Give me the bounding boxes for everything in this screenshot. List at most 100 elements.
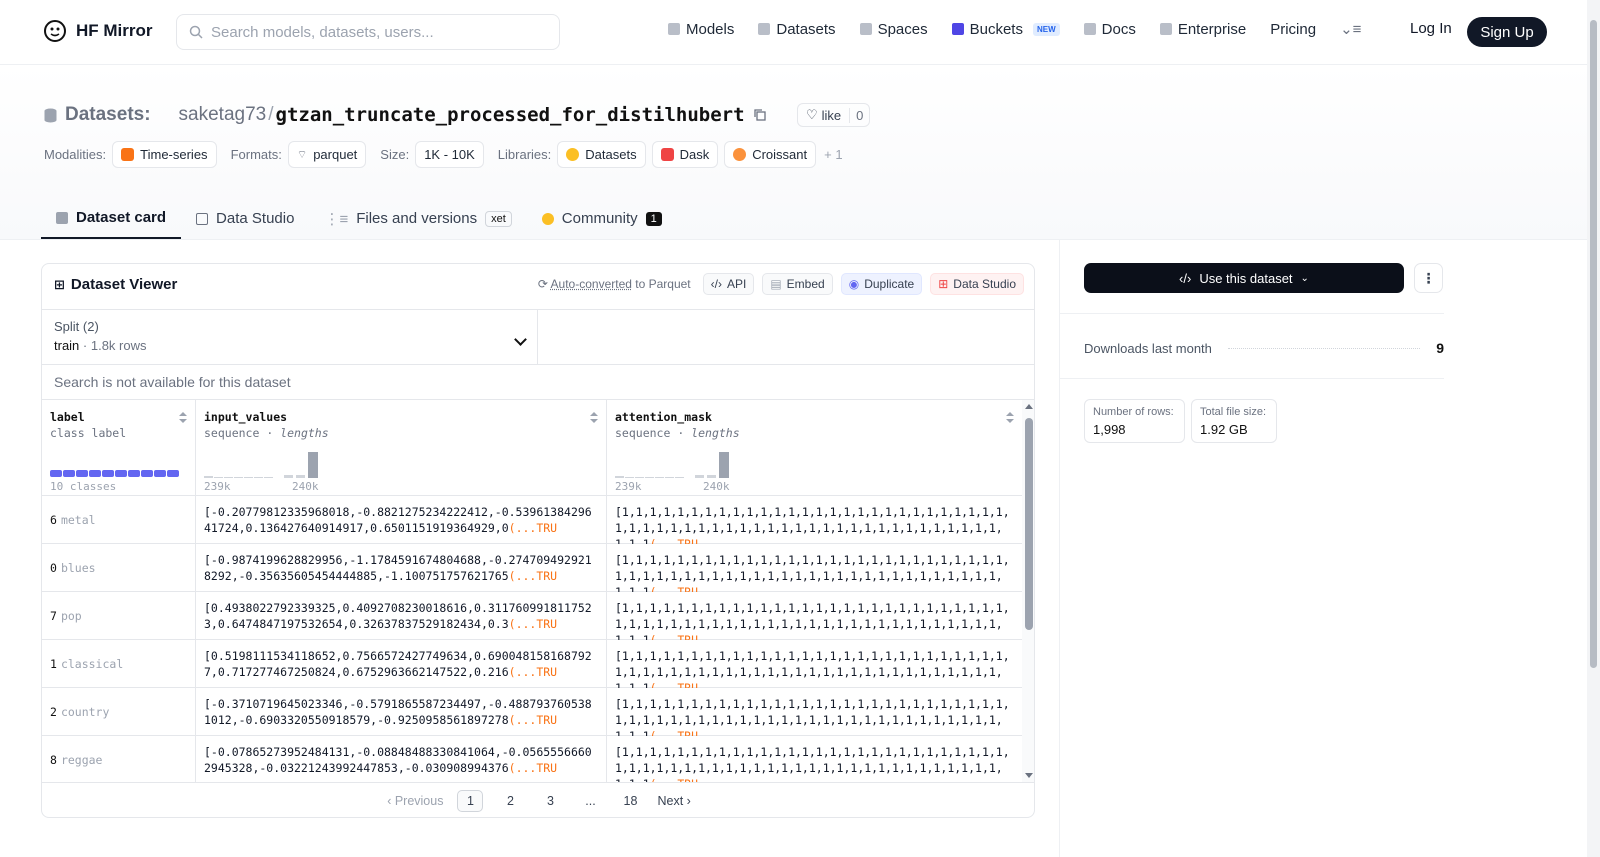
- scroll-down-arrow-icon[interactable]: [1025, 773, 1033, 778]
- api-button[interactable]: ‹/› API: [702, 273, 755, 295]
- input-values-cell: [0.5198111534118652,0.7566572427749634,0…: [196, 640, 607, 688]
- window-scroll-thumb[interactable]: [1590, 20, 1597, 668]
- tab-dataset-card-label: Dataset card: [76, 209, 167, 226]
- truncated-marker[interactable]: (...TRU: [509, 761, 557, 775]
- breadcrumb-separator: /: [268, 104, 274, 125]
- top-navbar: HF Mirror Search models, datasets, users…: [0, 0, 1600, 65]
- page-ellipsis: ...: [585, 794, 596, 808]
- truncated-marker[interactable]: (...TRU: [650, 585, 698, 592]
- table-row[interactable]: 0 blues [-0.9874199628829956,-1.178459167…: [42, 544, 1022, 592]
- page-1[interactable]: 1: [457, 790, 484, 812]
- tag-parquet[interactable]: ⌔ parquet: [287, 141, 367, 168]
- brand-logo[interactable]: HF Mirror: [42, 18, 153, 44]
- repo-name[interactable]: gtzan_truncate_processed_for_distilhuber…: [276, 104, 745, 126]
- column-type-text: sequence: [204, 426, 260, 440]
- truncated-marker[interactable]: (...TRU: [650, 633, 698, 640]
- tag-lib-croissant[interactable]: Croissant: [724, 141, 817, 168]
- length-histogram: [204, 448, 334, 478]
- page-3[interactable]: 3: [537, 790, 563, 812]
- scroll-thumb[interactable]: [1025, 418, 1033, 630]
- formats-label: Formats:: [230, 147, 282, 162]
- duplicate-button[interactable]: ◉ Duplicate: [840, 273, 923, 295]
- truncated-marker[interactable]: (...TRU: [650, 537, 698, 544]
- nav-datasets-label: Datasets: [776, 20, 836, 38]
- window-scrollbar[interactable]: [1587, 0, 1600, 857]
- column-header-input-values[interactable]: input_values sequence · lengths 239k 240…: [196, 400, 607, 496]
- signup-button[interactable]: Sign Up: [1467, 17, 1547, 47]
- sidebar-divider: [1060, 313, 1444, 314]
- data-studio-button[interactable]: ⊞ Data Studio: [930, 273, 1024, 295]
- column-name: label: [50, 410, 85, 424]
- tag-size-label: 1K - 10K: [424, 147, 475, 162]
- tab-files[interactable]: ⋮≡ Files and versions xet: [309, 198, 526, 239]
- table-row[interactable]: 6 metal [-0.20779812335968018,-0.88212752…: [42, 496, 1022, 544]
- split-selector[interactable]: Split (2) train · 1.8k rows: [42, 309, 538, 364]
- auto-converted-link[interactable]: Auto-converted: [551, 277, 632, 291]
- like-button[interactable]: ♡ like 0: [797, 103, 871, 127]
- nav-pricing[interactable]: Pricing: [1270, 21, 1316, 38]
- table-row[interactable]: 8 reggae [-0.07865273952484131,-0.0884848…: [42, 736, 1022, 782]
- truncated-marker[interactable]: (...TRU: [509, 713, 557, 727]
- use-this-dataset-button[interactable]: ‹/› Use this dataset ⌄: [1084, 263, 1404, 293]
- truncated-marker[interactable]: (...TRU: [650, 681, 698, 688]
- label-name: reggae: [60, 753, 103, 767]
- attention-mask-cell: [1,1,1,1,1,1,1,1,1,1,1,1,1,1,1,1,1,1,1,1…: [607, 736, 1022, 782]
- column-type-text: sequence: [615, 426, 671, 440]
- previous-label: Previous: [394, 794, 444, 808]
- tag-lib-dask[interactable]: Dask: [651, 141, 719, 168]
- downloads-sparkline: [1227, 347, 1421, 349]
- nav-buckets[interactable]: Buckets NEW: [951, 21, 1060, 38]
- nav-spaces[interactable]: Spaces: [859, 21, 928, 38]
- community-icon: [541, 212, 554, 225]
- nav-models[interactable]: Models: [668, 21, 734, 38]
- nav-docs[interactable]: Docs: [1083, 21, 1136, 38]
- more-libraries[interactable]: + 1: [824, 147, 842, 162]
- label-name: classical: [60, 657, 124, 671]
- owner-link[interactable]: saketag73: [179, 104, 267, 126]
- truncated-marker[interactable]: (...TRU: [509, 521, 557, 535]
- tab-data-studio-label: Data Studio: [216, 210, 295, 227]
- truncated-marker[interactable]: (...TRU: [509, 665, 557, 679]
- nav-enterprise[interactable]: Enterprise: [1159, 20, 1247, 38]
- tab-community[interactable]: Community 1: [527, 198, 677, 239]
- table-scrollbar[interactable]: [1022, 400, 1034, 782]
- embed-button[interactable]: ▤ Embed: [762, 273, 833, 295]
- label-id: 8: [50, 753, 57, 767]
- next-page[interactable]: Next ›: [657, 794, 690, 808]
- table-icon: ⊞: [54, 276, 65, 292]
- page-2[interactable]: 2: [497, 790, 523, 812]
- previous-page[interactable]: ‹ Previous: [387, 794, 443, 808]
- table-row[interactable]: 2 country [-0.3710719645023346,-0.5791865…: [42, 688, 1022, 736]
- nav-pricing-label: Pricing: [1270, 20, 1317, 38]
- global-search-input[interactable]: Search models, datasets, users...: [176, 14, 560, 50]
- column-header-attention-mask[interactable]: attention_mask sequence · lengths 239k 2…: [607, 400, 1022, 496]
- nav-enterprise-label: Enterprise: [1177, 20, 1247, 38]
- tag-lib-datasets[interactable]: Datasets: [557, 141, 646, 168]
- tag-time-series[interactable]: Time-series: [112, 141, 217, 168]
- cube-icon: [56, 211, 68, 224]
- rows-label: Number of rows:: [1093, 406, 1174, 418]
- nav-menu-button[interactable]: ⌄≡: [1340, 20, 1361, 38]
- hist-bar: [655, 477, 664, 478]
- sort-icon[interactable]: [590, 412, 598, 424]
- sort-icon[interactable]: [179, 412, 187, 424]
- table-row[interactable]: 1 classical [0.5198111534118652,0.7566572…: [42, 640, 1022, 688]
- scroll-up-arrow-icon[interactable]: [1025, 404, 1033, 409]
- more-options-button[interactable]: ⋮: [1414, 263, 1443, 293]
- sort-icon[interactable]: [1006, 412, 1014, 424]
- table-row[interactable]: 7 pop [0.4938022792339325,0.4092708230018…: [42, 592, 1022, 640]
- copy-icon[interactable]: [753, 108, 767, 122]
- truncated-marker[interactable]: (...TRU: [509, 617, 557, 631]
- truncated-marker[interactable]: (...TRU: [509, 569, 557, 583]
- page-18[interactable]: 18: [617, 790, 643, 812]
- datasets-label[interactable]: Datasets:: [65, 104, 151, 126]
- column-divider: [1059, 239, 1060, 857]
- login-link[interactable]: Log In: [1410, 20, 1452, 37]
- tab-dataset-card[interactable]: Dataset card: [41, 198, 182, 239]
- tag-size[interactable]: 1K - 10K: [415, 141, 484, 168]
- column-header-label[interactable]: label class label 10 classes: [42, 400, 196, 496]
- truncated-marker[interactable]: (...TRU: [650, 729, 698, 736]
- nav-datasets[interactable]: Datasets: [758, 20, 836, 38]
- tab-data-studio[interactable]: Data Studio: [181, 198, 309, 239]
- sidebar-divider: [1060, 378, 1444, 379]
